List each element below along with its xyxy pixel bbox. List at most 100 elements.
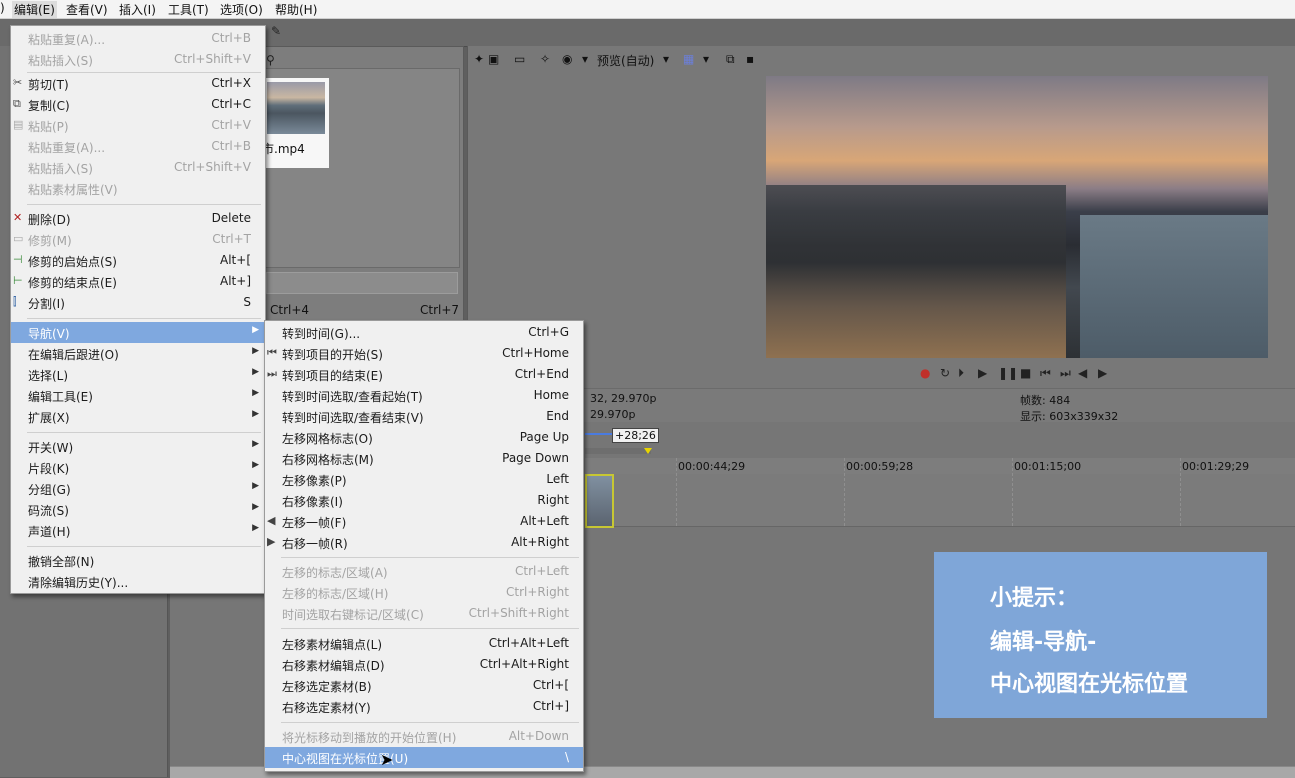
- menu-item-shortcut: Delete: [211, 211, 251, 225]
- loop-marker-icon[interactable]: [644, 448, 652, 454]
- grid-dropdown-icon[interactable]: ▾: [703, 52, 709, 66]
- menu-item-shortcut: Ctrl+B: [211, 31, 251, 45]
- nav-move-cursor-to-playback-start[interactable]: 将光标移动到播放的开始位置(H) Alt+Down: [265, 726, 583, 747]
- nav-pixel-left[interactable]: 左移像素(P) Left: [265, 469, 583, 490]
- nav-go-to-time[interactable]: 转到时间(G)... Ctrl+G: [265, 322, 583, 343]
- menu-item-channels[interactable]: 声道(H) ▶: [11, 520, 265, 541]
- menu-item-trim-start[interactable]: ⊣ 修剪的启始点(S) Alt+[: [11, 250, 265, 271]
- pin-icon[interactable]: ✦: [474, 52, 484, 66]
- monitor-icon[interactable]: ▭: [514, 52, 525, 66]
- menu-item-paste-repeat-top[interactable]: 粘贴重复(A)... Ctrl+B: [11, 28, 265, 49]
- menu-item-label: 选择(L): [28, 369, 69, 383]
- menu-item-shortcut: Ctrl+B: [211, 139, 251, 153]
- loop-icon[interactable]: ↻: [940, 366, 950, 380]
- save-snapshot-icon[interactable]: ▪: [746, 52, 754, 66]
- menu-item-paste-attributes[interactable]: 粘贴素材属性(V): [11, 178, 265, 199]
- menu-item-takes[interactable]: 片段(K) ▶: [11, 457, 265, 478]
- video-city-region: [766, 185, 1066, 358]
- explorer-search-input[interactable]: [266, 272, 458, 294]
- menu-item-shortcut: Ctrl+G: [528, 325, 569, 339]
- dropdown-arrow-icon[interactable]: ▾: [582, 52, 588, 66]
- nav-go-to-project-start[interactable]: ⏮ 转到项目的开始(S) Ctrl+Home: [265, 343, 583, 364]
- menu-item-shortcut: Ctrl+Shift+V: [174, 52, 251, 66]
- record-icon[interactable]: ●: [920, 366, 930, 380]
- nav-selection-right-marker[interactable]: 时间选取右键标记/区域(C) Ctrl+Shift+Right: [265, 603, 583, 624]
- nav-selected-clip-left[interactable]: 左移选定素材(B) Ctrl+[: [265, 675, 583, 696]
- menu-item-trim-end[interactable]: ⊢ 修剪的结束点(E) Alt+]: [11, 271, 265, 292]
- menu-item-follow-edit[interactable]: 在编辑后跟进(O) ▶: [11, 343, 265, 364]
- nav-go-to-project-end[interactable]: ⏭ 转到项目的结束(E) Ctrl+End: [265, 364, 583, 385]
- loop-region-bar[interactable]: [585, 448, 651, 454]
- play-from-start-icon[interactable]: ⏵: [958, 366, 964, 381]
- split-view-icon[interactable]: ✧: [540, 52, 550, 66]
- grid-icon[interactable]: ▦: [683, 52, 694, 66]
- menu-item-paste-repeat[interactable]: 粘贴重复(A)... Ctrl+B: [11, 136, 265, 157]
- play-icon[interactable]: ▶: [978, 366, 987, 380]
- menubar-item-view[interactable]: 查看(V): [66, 1, 108, 18]
- menu-item-extend[interactable]: 扩展(X) ▶: [11, 406, 265, 427]
- nav-center-view-at-cursor[interactable]: 中心视图在光标位置(U) \: [265, 747, 583, 768]
- go-to-end-icon[interactable]: ⏭: [1060, 366, 1071, 381]
- nav-frame-right[interactable]: ▶ 右移一帧(R) Alt+Right: [265, 532, 583, 553]
- mouse-pointer-icon: ➤: [380, 750, 394, 769]
- menu-item-group[interactable]: 分组(G) ▶: [11, 478, 265, 499]
- pause-icon[interactable]: ❚❚: [998, 366, 1018, 380]
- nav-clip-edit-point-left[interactable]: 左移素材编辑点(L) Ctrl+Alt+Left: [265, 633, 583, 654]
- menu-item-label: 粘贴插入(S): [28, 162, 93, 176]
- nav-clip-edit-point-right[interactable]: 右移素材编辑点(D) Ctrl+Alt+Right: [265, 654, 583, 675]
- overlay-icon[interactable]: ◉: [562, 52, 572, 66]
- video-track[interactable]: [585, 474, 1295, 527]
- properties-icon[interactable]: ▣: [488, 52, 499, 66]
- nav-go-to-selection-end[interactable]: 转到时间选取/查看结束(V) End: [265, 406, 583, 427]
- copy-snapshot-icon[interactable]: ⧉: [726, 52, 735, 67]
- submenu-arrow-icon: ▶: [252, 460, 259, 470]
- quality-dropdown-icon[interactable]: ▾: [663, 52, 669, 66]
- menu-item-switches[interactable]: 开关(W) ▶: [11, 436, 265, 457]
- nav-pixel-right[interactable]: 右移像素(I) Right: [265, 490, 583, 511]
- menu-item-label: 左移素材编辑点(L): [282, 638, 383, 652]
- menu-item-cut[interactable]: ✂ 剪切(T) Ctrl+X: [11, 73, 265, 94]
- menu-separator: [27, 318, 261, 319]
- menu-item-label: 左移像素(P): [282, 474, 347, 488]
- menu-item-split[interactable]: ⫿ 分割(I) S: [11, 292, 265, 313]
- next-frame-icon[interactable]: ▶: [1098, 366, 1107, 380]
- nav-selected-clip-right[interactable]: 右移选定素材(Y) Ctrl+]: [265, 696, 583, 717]
- menu-item-stream[interactable]: 码流(S) ▶: [11, 499, 265, 520]
- delete-icon: ✕: [13, 211, 23, 224]
- menu-item-paste[interactable]: ▤ 粘贴(P) Ctrl+V: [11, 115, 265, 136]
- nav-marker-region-right[interactable]: 左移的标志/区域(H) Ctrl+Right: [265, 582, 583, 603]
- menubar-item-help[interactable]: 帮助(H): [275, 1, 317, 18]
- preview-quality-select[interactable]: 预览(自动): [597, 52, 654, 69]
- search-icon[interactable]: ⚲: [266, 53, 275, 67]
- menu-item-paste-insert-top[interactable]: 粘贴插入(S) Ctrl+Shift+V: [11, 49, 265, 70]
- menubar-item-partial[interactable]: ): [0, 1, 5, 15]
- menu-item-shortcut: Ctrl+]: [532, 699, 569, 713]
- nav-marker-region-left[interactable]: 左移的标志/区域(A) Ctrl+Left: [265, 561, 583, 582]
- menubar-item-tools[interactable]: 工具(T): [168, 1, 209, 18]
- menu-item-clear-history[interactable]: 清除编辑历史(Y)...: [11, 571, 265, 592]
- menu-item-undo-all[interactable]: 撤销全部(N): [11, 550, 265, 571]
- nav-frame-left[interactable]: ◀ 左移一帧(F) Alt+Left: [265, 511, 583, 532]
- menu-item-navigation[interactable]: 导航(V) ▶: [11, 322, 265, 343]
- trim-start-icon: ⊣: [13, 253, 23, 266]
- menu-item-paste-insert[interactable]: 粘贴插入(S) Ctrl+Shift+V: [11, 157, 265, 178]
- pencil-icon[interactable]: ✎: [271, 24, 281, 38]
- menubar-item-edit[interactable]: 编辑(E): [12, 1, 57, 18]
- menu-item-select[interactable]: 选择(L) ▶: [11, 364, 265, 385]
- menubar-item-insert[interactable]: 插入(I): [119, 1, 156, 18]
- menu-item-trim[interactable]: ▭ 修剪(M) Ctrl+T: [11, 229, 265, 250]
- stop-icon[interactable]: ■: [1020, 366, 1031, 380]
- go-to-start-icon[interactable]: ⏮: [1040, 366, 1051, 381]
- nav-grid-marker-left[interactable]: 左移网格标志(O) Page Up: [265, 427, 583, 448]
- menu-item-edit-tools[interactable]: 编辑工具(E) ▶: [11, 385, 265, 406]
- menu-item-copy[interactable]: ⧉ 复制(C) Ctrl+C: [11, 94, 265, 115]
- menubar-item-options[interactable]: 选项(O): [220, 1, 263, 18]
- menu-item-delete[interactable]: ✕ 删除(D) Delete: [11, 208, 265, 229]
- nav-grid-marker-right[interactable]: 右移网格标志(M) Page Down: [265, 448, 583, 469]
- menu-item-shortcut: Ctrl+Alt+Right: [479, 657, 569, 671]
- submenu-arrow-icon: ▶: [252, 388, 259, 398]
- video-clip[interactable]: [585, 474, 614, 528]
- menu-separator: [281, 557, 579, 558]
- previous-frame-icon[interactable]: ◀: [1078, 366, 1087, 380]
- nav-go-to-selection-start[interactable]: 转到时间选取/查看起始(T) Home: [265, 385, 583, 406]
